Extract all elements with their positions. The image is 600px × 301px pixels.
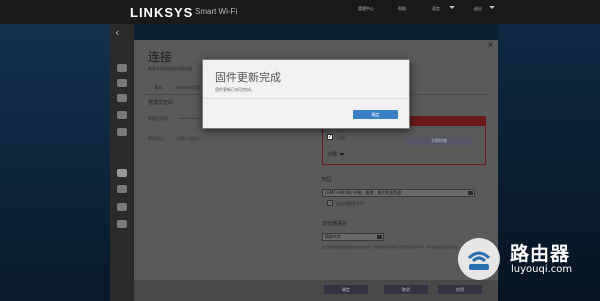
settings-icon[interactable] (117, 169, 127, 177)
brand-logo: LINKSYS (130, 5, 194, 20)
check-update-button[interactable]: 立即检查 (406, 137, 472, 145)
dialog-message: 固件更新已成功完成。 (215, 87, 255, 92)
details-chevron-down-icon[interactable] (339, 153, 345, 156)
nav-item-help[interactable]: 帮助 (398, 6, 406, 12)
dialog-divider (203, 98, 409, 99)
dialog-title: 固件更新完成 (215, 71, 281, 84)
watermark-text: 路由器 (510, 243, 571, 265)
tab-basic[interactable]: 基本 (154, 85, 162, 91)
apply-button[interactable]: 应用 (438, 285, 482, 294)
language-value: 简体中文 (325, 234, 341, 239)
ok-button[interactable]: 确定 (324, 285, 368, 294)
language-label: 浏览器语言 (322, 221, 348, 227)
panel-footer: 确定 取消 应用 (134, 280, 498, 301)
speed-icon[interactable] (117, 128, 127, 136)
firmware-updated-dialog: 固件更新完成 固件更新已成功完成。 确定 (202, 59, 410, 129)
firmware-update-box (322, 125, 486, 165)
devices-icon[interactable] (117, 79, 127, 87)
hint-value: 无提示(或空) (176, 136, 200, 141)
sidebar: ‹ (110, 24, 134, 301)
tab-internet-settings[interactable]: Internet设置 (176, 85, 200, 91)
back-arrow-icon[interactable]: ‹ (115, 26, 119, 39)
language-chevron-down-icon[interactable] (449, 6, 455, 9)
top-bar: LINKSYS Smart Wi-Fi 管理中心 帮助 语言 退出 (0, 0, 600, 24)
dialog-ok-button[interactable]: 确定 (353, 110, 398, 119)
dashboard-icon[interactable] (117, 64, 127, 72)
router-wifi-icon (467, 251, 491, 270)
timezone-select[interactable]: (GMT+08:00) 中国、香港、澳大利亚西部 (322, 189, 475, 197)
watermark-logo-icon (458, 238, 500, 280)
timezone-label: 时区 (322, 177, 333, 183)
cancel-button[interactable]: 取消 (384, 285, 428, 294)
router-password-heading: 管理员密码 (148, 100, 174, 106)
dst-label: 自动调整夏令时 (336, 201, 364, 206)
dst-checkbox[interactable] (327, 200, 333, 206)
wireless-icon[interactable] (117, 203, 127, 211)
logout-chevron-down-icon[interactable] (489, 6, 495, 9)
storage-icon[interactable] (117, 185, 127, 193)
timezone-value: (GMT+08:00) 中国、香港、澳大利亚西部 (325, 190, 402, 195)
page-subtitle: 查看并管理连接的路由器 (148, 66, 192, 71)
language-select[interactable]: 简体中文 (322, 233, 384, 241)
parental-icon[interactable] (117, 111, 127, 119)
product-name: Smart Wi-Fi (195, 7, 238, 16)
password-label: 管理员密码 (148, 116, 168, 121)
page-title: 连接 (148, 50, 173, 64)
security-icon[interactable] (117, 220, 127, 228)
auto-update-label: 自动 (337, 135, 345, 140)
auto-update-checkbox[interactable]: ✓ (327, 134, 333, 140)
background-left (0, 24, 110, 301)
nav-item-language[interactable]: 语言 (432, 6, 440, 12)
password-value: •••••••• (180, 116, 199, 121)
hint-label: 密码提示 (148, 136, 164, 141)
nav-item-admin[interactable]: 管理中心 (358, 6, 374, 12)
timezone-chevron-down-icon (468, 191, 473, 195)
close-icon[interactable]: × (487, 40, 494, 49)
details-link[interactable]: 详细 (327, 151, 337, 158)
alert-icon[interactable] (117, 94, 127, 102)
watermark-url: luyouqi.com (511, 264, 573, 275)
nav-item-logout[interactable]: 退出 (474, 6, 482, 12)
language-chevron-down-icon (377, 235, 382, 239)
